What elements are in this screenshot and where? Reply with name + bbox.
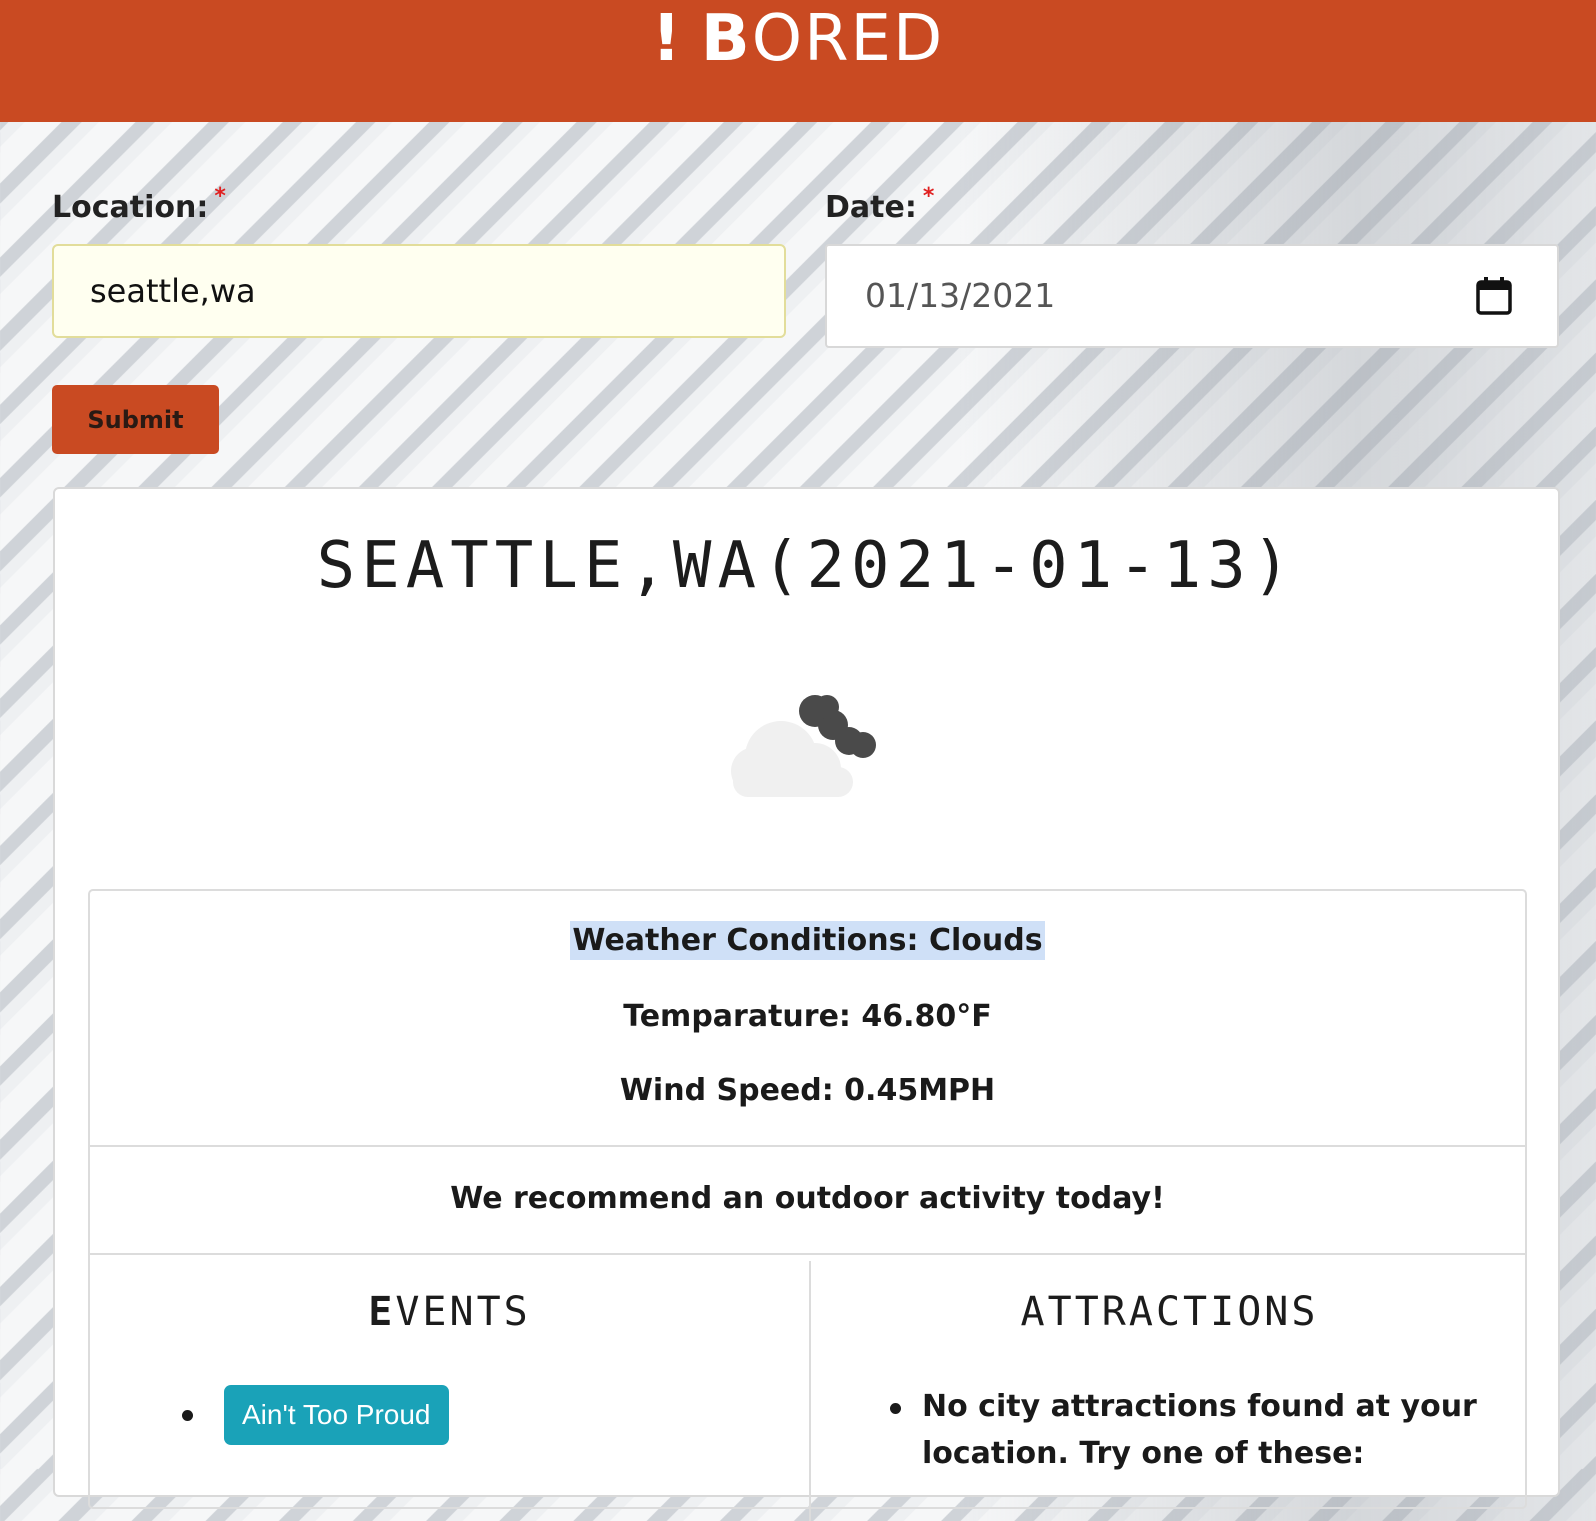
required-mark: * xyxy=(922,184,935,209)
location-input[interactable] xyxy=(52,244,786,338)
brand-b: B xyxy=(700,2,752,76)
required-mark: * xyxy=(214,184,226,209)
weather-panel: Weather Conditions: Clouds Temparature: … xyxy=(88,889,1527,1521)
app-header: ! BORED xyxy=(0,0,1596,122)
weather-conditions: Weather Conditions: Clouds xyxy=(90,921,1525,960)
location-label: Location: * xyxy=(52,184,226,225)
weather-conditions-text: Weather Conditions: Clouds xyxy=(570,921,1045,960)
clouds-icon xyxy=(731,695,876,797)
divider xyxy=(90,1253,1525,1255)
date-input[interactable]: 01/13/2021 xyxy=(825,244,1559,348)
brand-logo[interactable]: ! BORED xyxy=(0,4,1596,74)
list-bullet xyxy=(890,1403,901,1414)
submit-button[interactable]: Submit xyxy=(52,385,219,454)
attractions-message: No city attractions found at your locati… xyxy=(922,1389,1477,1471)
date-value: 01/13/2021 xyxy=(865,276,1056,315)
result-card: SEATTLE,WA(2021-01-13) Weather Condition… xyxy=(53,487,1560,1521)
events-title-rest: VENTS xyxy=(395,1289,531,1335)
temperature: Temparature: 46.80°F xyxy=(623,999,992,1034)
recommendation: We recommend an outdoor activity today! xyxy=(450,1181,1165,1216)
calendar-icon[interactable] xyxy=(1475,276,1513,316)
wind-speed: Wind Speed: 0.45MPH xyxy=(619,1073,996,1108)
events-title-first: E xyxy=(368,1289,396,1335)
event-button[interactable]: Ain't Too Proud xyxy=(224,1385,449,1445)
events-title: EVENTS xyxy=(90,1289,809,1335)
date-label-text: Date: xyxy=(825,190,917,225)
location-title: SEATTLE,WA(2021-01-13) xyxy=(316,529,1297,603)
brand-rest: ORED xyxy=(751,2,945,76)
attractions-title: ATTRACTIONS xyxy=(1020,1289,1319,1335)
location-label-text: Location: xyxy=(52,190,209,225)
list-bullet xyxy=(182,1410,193,1421)
date-label: Date: * xyxy=(825,184,934,225)
brand-bang: ! xyxy=(651,2,683,76)
divider xyxy=(90,1145,1525,1147)
